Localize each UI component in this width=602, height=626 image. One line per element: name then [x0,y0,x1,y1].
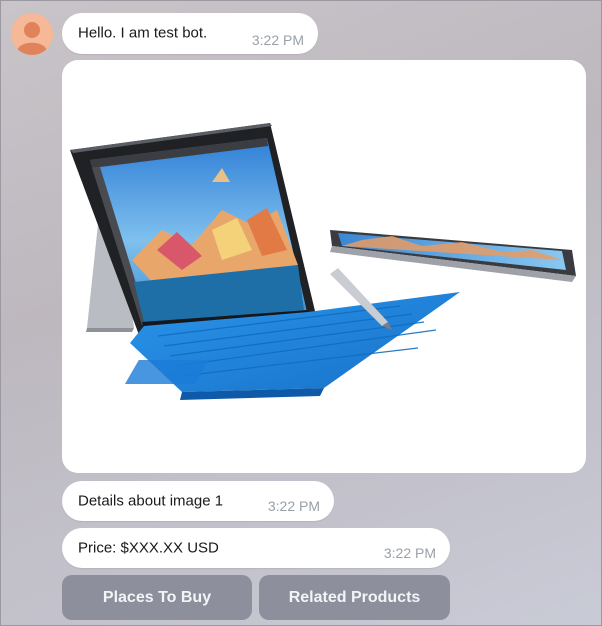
message-time: 3:22 PM [383,545,436,561]
related-products-button[interactable]: Related Products [259,575,450,620]
message-text: Price: $XXX.XX USD [78,539,219,557]
message-bubble: Hello. I am test bot. 3:22 PM [62,13,318,54]
bot-avatar-icon [11,13,53,55]
message-time: 3:22 PM [267,498,320,514]
message-bubble: Price: $XXX.XX USD 3:22 PM [62,528,450,568]
message-bubble: Details about image 1 3:22 PM [62,481,334,521]
laptop-tablet-icon [70,123,576,400]
product-image-card[interactable] [62,60,586,473]
message-text: Hello. I am test bot. [78,24,208,42]
message-time: 3:22 PM [251,32,304,48]
message-text: Details about image 1 [78,492,224,510]
places-to-buy-button[interactable]: Places To Buy [62,575,252,620]
